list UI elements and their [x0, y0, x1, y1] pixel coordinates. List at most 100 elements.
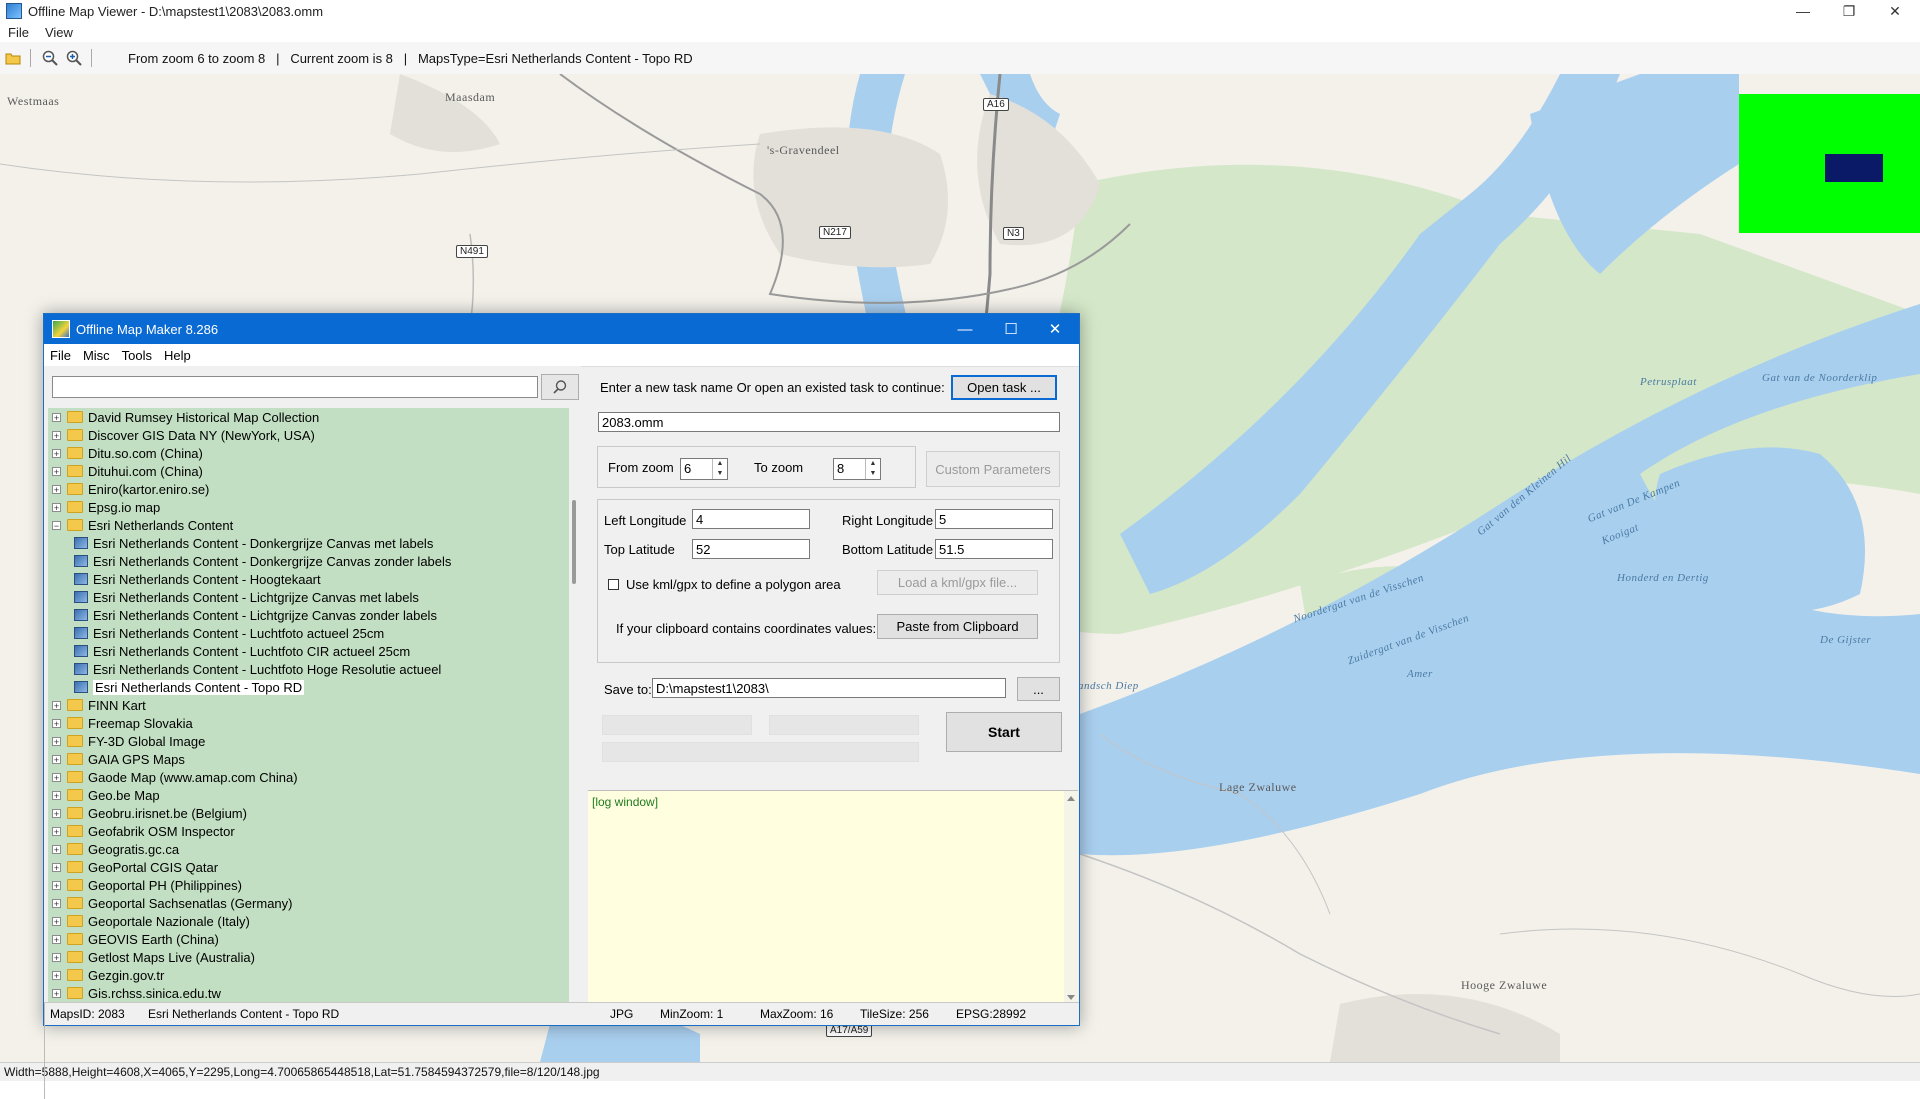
open-task-button[interactable]: Open task ... [951, 375, 1057, 400]
tree-scrollbar[interactable] [569, 408, 581, 1002]
tree-node[interactable]: Esri Netherlands Content - Lichtgrijze C… [74, 588, 419, 606]
menu-view[interactable]: View [37, 25, 81, 40]
task-name-input[interactable]: 2083.omm [598, 412, 1060, 432]
expand-icon[interactable]: + [52, 790, 61, 800]
search-input[interactable] [52, 376, 538, 398]
expand-icon[interactable]: + [52, 952, 61, 962]
tree-node[interactable]: + GeoPortal CGIS Qatar [52, 858, 218, 876]
tree-node[interactable]: − Esri Netherlands Content [52, 516, 233, 534]
expand-icon[interactable]: + [52, 412, 61, 422]
spinner-arrows-icon[interactable]: ▲ ▼ [712, 459, 727, 479]
tree-node[interactable]: + FINN Kart [52, 696, 146, 714]
tree-node[interactable]: Esri Netherlands Content - Hoogtekaart [74, 570, 321, 588]
expand-icon[interactable]: + [52, 484, 61, 494]
tree-node[interactable]: + Dituhui.com (China) [52, 462, 203, 480]
expand-icon[interactable]: + [52, 988, 61, 998]
tree-node[interactable]: + GAIA GPS Maps [52, 750, 185, 768]
task-settings-pane: Enter a new task name Or open an existed… [588, 366, 1078, 1005]
tree-node[interactable]: + Gis.rchss.sinica.edu.tw [52, 984, 221, 1002]
tree-node[interactable]: + Geoportal Sachsenatlas (Germany) [52, 894, 292, 912]
left-longitude-input[interactable]: 4 [692, 509, 810, 529]
zoom-in-icon[interactable] [63, 47, 85, 69]
spinner-arrows-icon[interactable]: ▲ ▼ [865, 459, 880, 479]
expand-icon[interactable]: + [52, 970, 61, 980]
top-latitude-input[interactable]: 52 [692, 539, 810, 559]
tree-node[interactable]: + Gezgin.gov.tr [52, 966, 164, 984]
tree-node[interactable]: + Eniro(kartor.eniro.se) [52, 480, 209, 498]
log-scrollbar[interactable] [1064, 791, 1078, 1005]
load-kml-button[interactable]: Load a kml/gpx file... [877, 570, 1038, 595]
tree-node[interactable]: + Geofabrik OSM Inspector [52, 822, 235, 840]
tree-node[interactable]: + Freemap Slovakia [52, 714, 193, 732]
save-path-input[interactable]: D:\mapstest1\2083\ [652, 678, 1006, 698]
expand-icon[interactable]: + [52, 826, 61, 836]
tree-node[interactable]: Esri Netherlands Content - Luchtfoto CIR… [74, 642, 410, 660]
expand-icon[interactable]: + [52, 448, 61, 458]
zoom-out-icon[interactable] [39, 47, 61, 69]
tree-node[interactable]: + FY-3D Global Image [52, 732, 205, 750]
to-zoom-spinner[interactable]: 8 ▲ ▼ [833, 458, 881, 480]
dialog-menu-help[interactable]: Help [158, 348, 197, 363]
tree-node[interactable]: + Ditu.so.com (China) [52, 444, 203, 462]
dialog-menu-tools[interactable]: Tools [116, 348, 158, 363]
dialog-menu-misc[interactable]: Misc [77, 348, 116, 363]
tree-node[interactable]: Esri Netherlands Content - Luchtfoto Hog… [74, 660, 441, 678]
minimap-viewport[interactable] [1825, 154, 1883, 182]
tree-node[interactable]: + Geo.be Map [52, 786, 160, 804]
tree-node[interactable]: + GEOVIS Earth (China) [52, 930, 219, 948]
expand-icon[interactable]: + [52, 466, 61, 476]
tree-node[interactable]: Esri Netherlands Content - Topo RD [74, 678, 305, 696]
kml-checkbox[interactable] [608, 579, 619, 590]
expand-icon[interactable]: + [52, 772, 61, 782]
tree-scroll-thumb[interactable] [572, 500, 576, 584]
expand-icon[interactable]: + [52, 898, 61, 908]
expand-icon[interactable]: + [52, 430, 61, 440]
minimize-button[interactable]: — [1780, 0, 1826, 22]
tree-node[interactable]: + Epsg.io map [52, 498, 160, 516]
tree-node[interactable]: Esri Netherlands Content - Luchtfoto act… [74, 624, 384, 642]
tree-node[interactable]: Esri Netherlands Content - Lichtgrijze C… [74, 606, 437, 624]
tree-node[interactable]: Esri Netherlands Content - Donkergrijze … [74, 552, 451, 570]
expand-icon[interactable]: + [52, 880, 61, 890]
dialog-minimize-button[interactable]: — [943, 314, 987, 344]
minimap[interactable] [1739, 94, 1920, 233]
tree-node[interactable]: + Gaode Map (www.amap.com China) [52, 768, 298, 786]
open-folder-icon[interactable] [2, 47, 24, 69]
tree-node[interactable]: + Geobru.irisnet.be (Belgium) [52, 804, 247, 822]
restore-button[interactable]: ❐ [1826, 0, 1872, 22]
expand-icon[interactable]: + [52, 502, 61, 512]
collapse-icon[interactable]: − [52, 520, 61, 530]
expand-icon[interactable]: + [52, 700, 61, 710]
expand-icon[interactable]: + [52, 736, 61, 746]
expand-icon[interactable]: + [52, 844, 61, 854]
tree-node[interactable]: + Discover GIS Data NY (NewYork, USA) [52, 426, 315, 444]
paste-clipboard-button[interactable]: Paste from Clipboard [877, 614, 1038, 639]
dialog-menu-file[interactable]: File [44, 348, 77, 363]
tree-node[interactable]: + David Rumsey Historical Map Collection [52, 408, 319, 426]
tree-node[interactable]: + Geogratis.gc.ca [52, 840, 179, 858]
from-zoom-spinner[interactable]: 6 ▲ ▼ [680, 458, 728, 480]
expand-icon[interactable]: + [52, 808, 61, 818]
expand-icon[interactable]: + [52, 718, 61, 728]
expand-icon[interactable]: + [52, 862, 61, 872]
expand-icon[interactable]: + [52, 754, 61, 764]
folder-icon [67, 501, 83, 513]
menu-file[interactable]: File [0, 25, 37, 40]
dialog-close-button[interactable]: ✕ [1033, 314, 1077, 344]
map-source-tree[interactable]: + David Rumsey Historical Map Collection +… [48, 408, 569, 1002]
start-button[interactable]: Start [946, 712, 1062, 752]
browse-button[interactable]: ... [1017, 677, 1060, 701]
right-longitude-input[interactable]: 5 [935, 509, 1053, 529]
tree-node[interactable]: + Getlost Maps Live (Australia) [52, 948, 255, 966]
search-button[interactable] [541, 374, 579, 400]
custom-parameters-button[interactable]: Custom Parameters [926, 451, 1060, 487]
expand-icon[interactable]: + [52, 934, 61, 944]
expand-icon[interactable]: + [52, 916, 61, 926]
tree-node[interactable]: + Geoportale Nazionale (Italy) [52, 912, 250, 930]
tree-node[interactable]: + Geoportal PH (Philippines) [52, 876, 242, 894]
close-button[interactable]: ✕ [1872, 0, 1918, 22]
tree-node[interactable]: Esri Netherlands Content - Donkergrijze … [74, 534, 433, 552]
dialog-maximize-button[interactable]: ☐ [989, 314, 1033, 344]
log-window[interactable]: [log window] [588, 790, 1078, 1005]
bottom-latitude-input[interactable]: 51.5 [935, 539, 1053, 559]
